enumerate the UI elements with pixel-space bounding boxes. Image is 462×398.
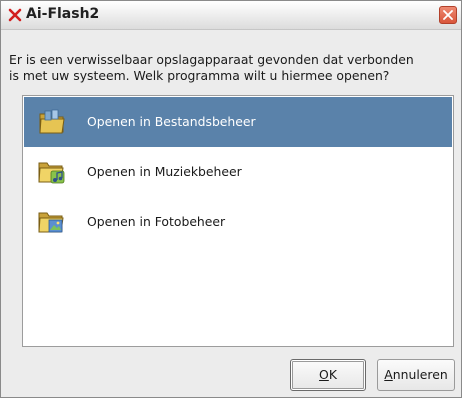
program-list[interactable]: Openen in Bestandsbeheer Openen in Muzie… [22,95,454,347]
ok-mnemonic: O [319,367,329,382]
ok-button[interactable]: OK [290,359,366,391]
dialog-window: Ai-Flash2 Er is een verwisselbaar opslag… [0,0,462,398]
photo-folder-icon [37,208,67,236]
cancel-mnemonic: A [384,367,393,382]
option-label: Openen in Fotobeheer [87,214,226,229]
cancel-button[interactable]: Annuleren [377,359,455,391]
list-item-file-manager[interactable]: Openen in Bestandsbeheer [24,97,452,147]
file-manager-folder-icon [37,108,67,136]
title-bar[interactable]: Ai-Flash2 [1,1,461,30]
window-title: Ai-Flash2 [26,6,100,22]
message-line-1: Er is een verwisselbaar opslagapparaat g… [9,52,414,67]
close-button[interactable] [439,6,457,24]
red-x-icon [7,7,23,23]
ok-label-rest: K [328,367,337,382]
music-folder-icon [37,158,67,186]
list-item-photo-manager[interactable]: Openen in Fotobeheer [24,197,452,247]
dialog-message: Er is een verwisselbaar opslagapparaat g… [9,52,455,84]
close-icon [443,10,453,20]
option-label: Openen in Bestandsbeheer [87,114,256,129]
cancel-label-rest: nnuleren [392,367,448,382]
option-label: Openen in Muziekbeheer [87,164,242,179]
list-item-music-manager[interactable]: Openen in Muziekbeheer [24,147,452,197]
message-line-2: is met uw systeem. Welk programma wilt u… [9,68,390,83]
